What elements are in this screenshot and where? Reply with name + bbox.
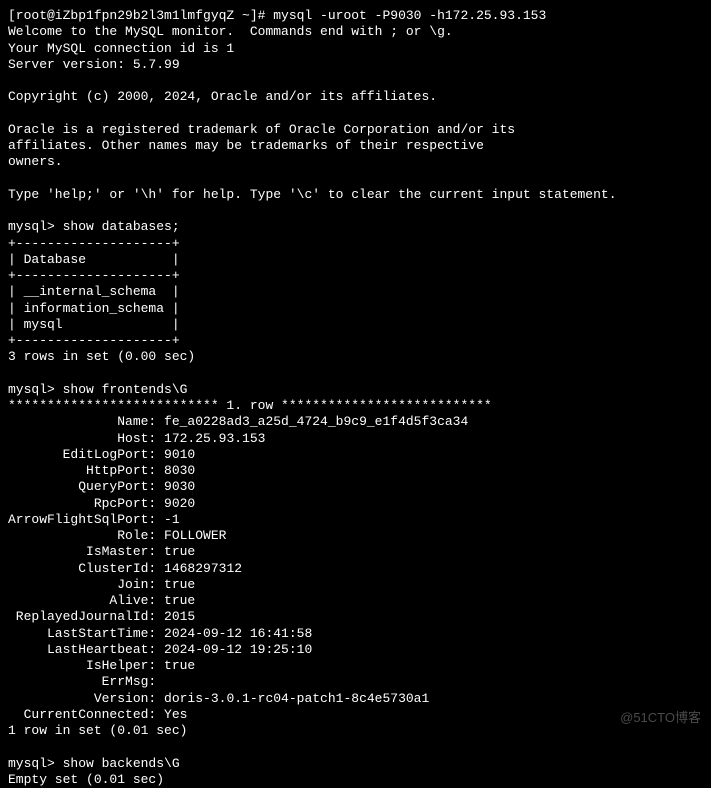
- kv-ishelper: IsHelper: true: [8, 658, 703, 674]
- kv-version: Version: doris-3.0.1-rc04-patch1-8c4e573…: [8, 691, 703, 707]
- table-row: | information_schema |: [8, 301, 703, 317]
- kv-arrowflightsqlport: ArrowFlightSqlPort: -1: [8, 512, 703, 528]
- table-border: +--------------------+: [8, 236, 703, 252]
- row-separator: *************************** 1. row *****…: [8, 398, 703, 414]
- kv-name: Name: fe_a0228ad3_a25d_4724_b9c9_e1f4d5f…: [8, 414, 703, 430]
- connection-id-line: Your MySQL connection id is 1: [8, 41, 703, 57]
- kv-editlogport: EditLogPort: 9010: [8, 447, 703, 463]
- result-summary: 1 row in set (0.01 sec): [8, 723, 703, 739]
- watermark-text: @51CTO博客: [620, 710, 701, 726]
- trademark-line: owners.: [8, 154, 703, 170]
- table-row: | __internal_schema |: [8, 284, 703, 300]
- kv-laststarttime: LastStartTime: 2024-09-12 16:41:58: [8, 626, 703, 642]
- copyright-line: Copyright (c) 2000, 2024, Oracle and/or …: [8, 89, 703, 105]
- kv-lastheartbeat: LastHeartbeat: 2024-09-12 19:25:10: [8, 642, 703, 658]
- blank-line: [8, 73, 703, 89]
- kv-queryport: QueryPort: 9030: [8, 479, 703, 495]
- kv-join: Join: true: [8, 577, 703, 593]
- help-line: Type 'help;' or '\h' for help. Type '\c'…: [8, 187, 703, 203]
- blank-line: [8, 739, 703, 755]
- kv-clusterid: ClusterId: 1468297312: [8, 561, 703, 577]
- mysql-command-line[interactable]: mysql> show frontends\G: [8, 382, 703, 398]
- terminal-output: [root@iZbp1fpn29b2l3m1lmfgyqZ ~]# mysql …: [8, 8, 703, 788]
- kv-currentconnected: CurrentConnected: Yes: [8, 707, 703, 723]
- kv-replayedjournalid: ReplayedJournalId: 2015: [8, 609, 703, 625]
- trademark-line: affiliates. Other names may be trademark…: [8, 138, 703, 154]
- server-version-line: Server version: 5.7.99: [8, 57, 703, 73]
- kv-rpcport: RpcPort: 9020: [8, 496, 703, 512]
- kv-httpport: HttpPort: 8030: [8, 463, 703, 479]
- kv-host: Host: 172.25.93.153: [8, 431, 703, 447]
- blank-line: [8, 106, 703, 122]
- kv-ismaster: IsMaster: true: [8, 544, 703, 560]
- trademark-line: Oracle is a registered trademark of Orac…: [8, 122, 703, 138]
- kv-alive: Alive: true: [8, 593, 703, 609]
- table-header: | Database |: [8, 252, 703, 268]
- kv-errmsg: ErrMsg:: [8, 674, 703, 690]
- blank-line: [8, 171, 703, 187]
- table-row: | mysql |: [8, 317, 703, 333]
- blank-line: [8, 366, 703, 382]
- mysql-command-line[interactable]: mysql> show backends\G: [8, 756, 703, 772]
- mysql-command-line[interactable]: mysql> show databases;: [8, 219, 703, 235]
- table-border: +--------------------+: [8, 268, 703, 284]
- result-summary: 3 rows in set (0.00 sec): [8, 349, 703, 365]
- kv-role: Role: FOLLOWER: [8, 528, 703, 544]
- blank-line: [8, 203, 703, 219]
- shell-prompt-line: [root@iZbp1fpn29b2l3m1lmfgyqZ ~]# mysql …: [8, 8, 703, 24]
- welcome-line: Welcome to the MySQL monitor. Commands e…: [8, 24, 703, 40]
- table-border: +--------------------+: [8, 333, 703, 349]
- result-summary: Empty set (0.01 sec): [8, 772, 703, 788]
